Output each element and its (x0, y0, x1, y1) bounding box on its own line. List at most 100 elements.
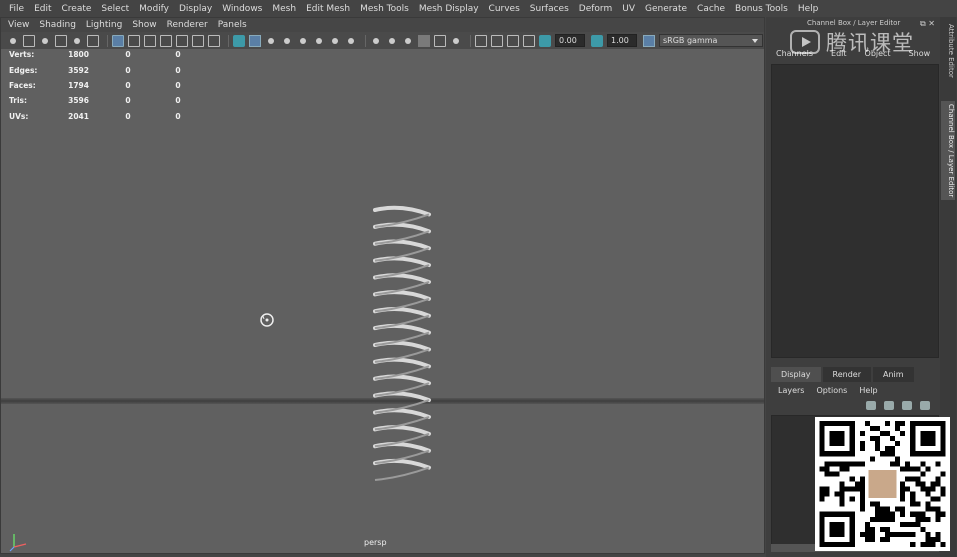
field-chart-icon[interactable] (176, 34, 188, 47)
image-plane-icon[interactable] (55, 34, 67, 47)
menu-edit-mesh[interactable]: Edit Mesh (301, 4, 355, 14)
hud-value: 3592 (68, 65, 89, 75)
panel-window-buttons: ⧉ ✕ (920, 19, 935, 29)
menu-surfaces[interactable]: Surfaces (525, 4, 574, 14)
lights-icon[interactable] (345, 35, 357, 47)
screen-space-ao-icon[interactable] (370, 35, 382, 47)
move-layer-up-icon[interactable] (866, 401, 876, 410)
exposure-icon[interactable] (539, 34, 551, 47)
hud-label: Faces: (9, 80, 36, 90)
layer-buttons (866, 401, 938, 410)
qr-code-image (819, 421, 946, 547)
main-menu-bar: File Edit Create Select Modify Display W… (0, 0, 818, 18)
backface-culling-icon[interactable] (491, 34, 503, 47)
panel-menu-shading[interactable]: Shading (34, 20, 81, 30)
color-management-icon[interactable] (643, 34, 655, 47)
hud-value: 0 (175, 65, 181, 75)
new-layer-from-selection-icon[interactable] (920, 401, 930, 410)
panel-menu-lighting[interactable]: Lighting (81, 20, 127, 30)
camera-attributes-icon[interactable] (23, 34, 35, 47)
menu-file[interactable]: File (4, 4, 29, 14)
persp-viewport[interactable]: View Shading Lighting Show Renderer Pane… (0, 17, 765, 554)
default-material-icon[interactable] (281, 35, 293, 47)
menu-edit[interactable]: Edit (29, 4, 56, 14)
menu-modify[interactable]: Modify (134, 4, 174, 14)
move-layer-down-icon[interactable] (884, 401, 894, 410)
xray-joints-icon[interactable] (450, 35, 462, 47)
panel-menu-renderer[interactable]: Renderer (162, 20, 213, 30)
tab-anim[interactable]: Anim (872, 367, 914, 382)
film-gate-icon[interactable] (128, 34, 140, 47)
panel-menu-show[interactable]: Show (127, 20, 161, 30)
safe-action-icon[interactable] (192, 34, 204, 47)
camera-icon[interactable] (7, 35, 19, 47)
menu-uv[interactable]: UV (617, 4, 640, 14)
use-all-lights-icon[interactable] (507, 34, 519, 47)
menu-display[interactable]: Display (174, 4, 217, 14)
hud-icon[interactable] (523, 34, 535, 47)
multisample-aa-icon[interactable] (402, 35, 414, 47)
channel-box-list[interactable] (771, 64, 939, 358)
grease-pencil-icon[interactable] (87, 34, 99, 47)
smooth-shade-icon[interactable] (249, 34, 261, 47)
menu-bonus-tools[interactable]: Bonus Tools (730, 4, 793, 14)
gate-mask-icon[interactable] (160, 34, 172, 47)
gamma-field[interactable] (607, 34, 637, 47)
exposure-field[interactable] (555, 34, 585, 47)
menu-mesh[interactable]: Mesh (267, 4, 301, 14)
textured-icon[interactable] (329, 35, 341, 47)
layer-menu-layers[interactable]: Layers (778, 386, 804, 395)
layer-editor-tabs: Display Render Anim (771, 367, 916, 382)
hud-value: 0 (125, 111, 131, 121)
menu-generate[interactable]: Generate (640, 4, 692, 14)
panel-menu-view[interactable]: View (3, 20, 34, 30)
grid-icon[interactable] (112, 34, 124, 47)
hud-row-uvs: UVs: 2041 0 0 (9, 109, 203, 124)
resolution-gate-icon[interactable] (144, 34, 156, 47)
hud-value: 0 (175, 50, 181, 60)
wireframe-icon[interactable] (233, 34, 245, 47)
toolbar-divider (365, 34, 366, 47)
isolate-select-icon[interactable] (434, 34, 446, 47)
hud-value: 0 (125, 80, 131, 90)
wireframe-on-shaded-icon[interactable] (265, 35, 277, 47)
panel-menu-panels[interactable]: Panels (213, 20, 252, 30)
float-icon[interactable]: ⧉ (920, 19, 926, 28)
watermark: 腾讯课堂 (790, 27, 914, 57)
menu-mesh-tools[interactable]: Mesh Tools (355, 4, 414, 14)
camera-name-label: persp (364, 538, 387, 547)
menu-curves[interactable]: Curves (484, 4, 525, 14)
safe-title-icon[interactable] (208, 34, 220, 47)
tab-attribute-editor[interactable]: Attribute Editor (941, 21, 955, 81)
shadows-icon[interactable] (313, 35, 325, 47)
hud-value: 0 (125, 50, 131, 60)
rotate-cursor-icon (260, 313, 274, 327)
layer-menu-options[interactable]: Options (816, 386, 847, 395)
spring-model[interactable] (361, 204, 441, 486)
menu-windows[interactable]: Windows (217, 4, 267, 14)
layer-editor-menu: Layers Options Help (778, 386, 890, 395)
bookmark-icon[interactable] (39, 35, 51, 47)
menu-cache[interactable]: Cache (692, 4, 730, 14)
toolbar-divider (470, 34, 471, 47)
xray-active-components-icon[interactable] (475, 34, 487, 47)
motion-blur-icon[interactable] (386, 35, 398, 47)
menu-deform[interactable]: Deform (574, 4, 617, 14)
layer-menu-help[interactable]: Help (859, 386, 877, 395)
menu-mesh-display[interactable]: Mesh Display (414, 4, 484, 14)
two-d-pan-zoom-icon[interactable] (71, 35, 83, 47)
new-layer-icon[interactable] (902, 401, 912, 410)
menu-create[interactable]: Create (57, 4, 97, 14)
close-icon[interactable]: ✕ (928, 19, 935, 28)
depth-of-field-icon[interactable] (418, 34, 430, 47)
xray-icon[interactable] (297, 35, 309, 47)
color-space-dropdown[interactable]: sRGB gamma (659, 34, 763, 47)
tab-channel-box[interactable]: Channel Box / Layer Editor (941, 101, 955, 201)
color-space-label: sRGB gamma (663, 36, 718, 45)
tab-display[interactable]: Display (771, 367, 821, 382)
tab-render[interactable]: Render (822, 367, 871, 382)
menu-help[interactable]: Help (793, 4, 824, 14)
menu-select[interactable]: Select (96, 4, 134, 14)
gamma-icon[interactable] (591, 34, 603, 47)
toolbar-divider (228, 34, 229, 47)
